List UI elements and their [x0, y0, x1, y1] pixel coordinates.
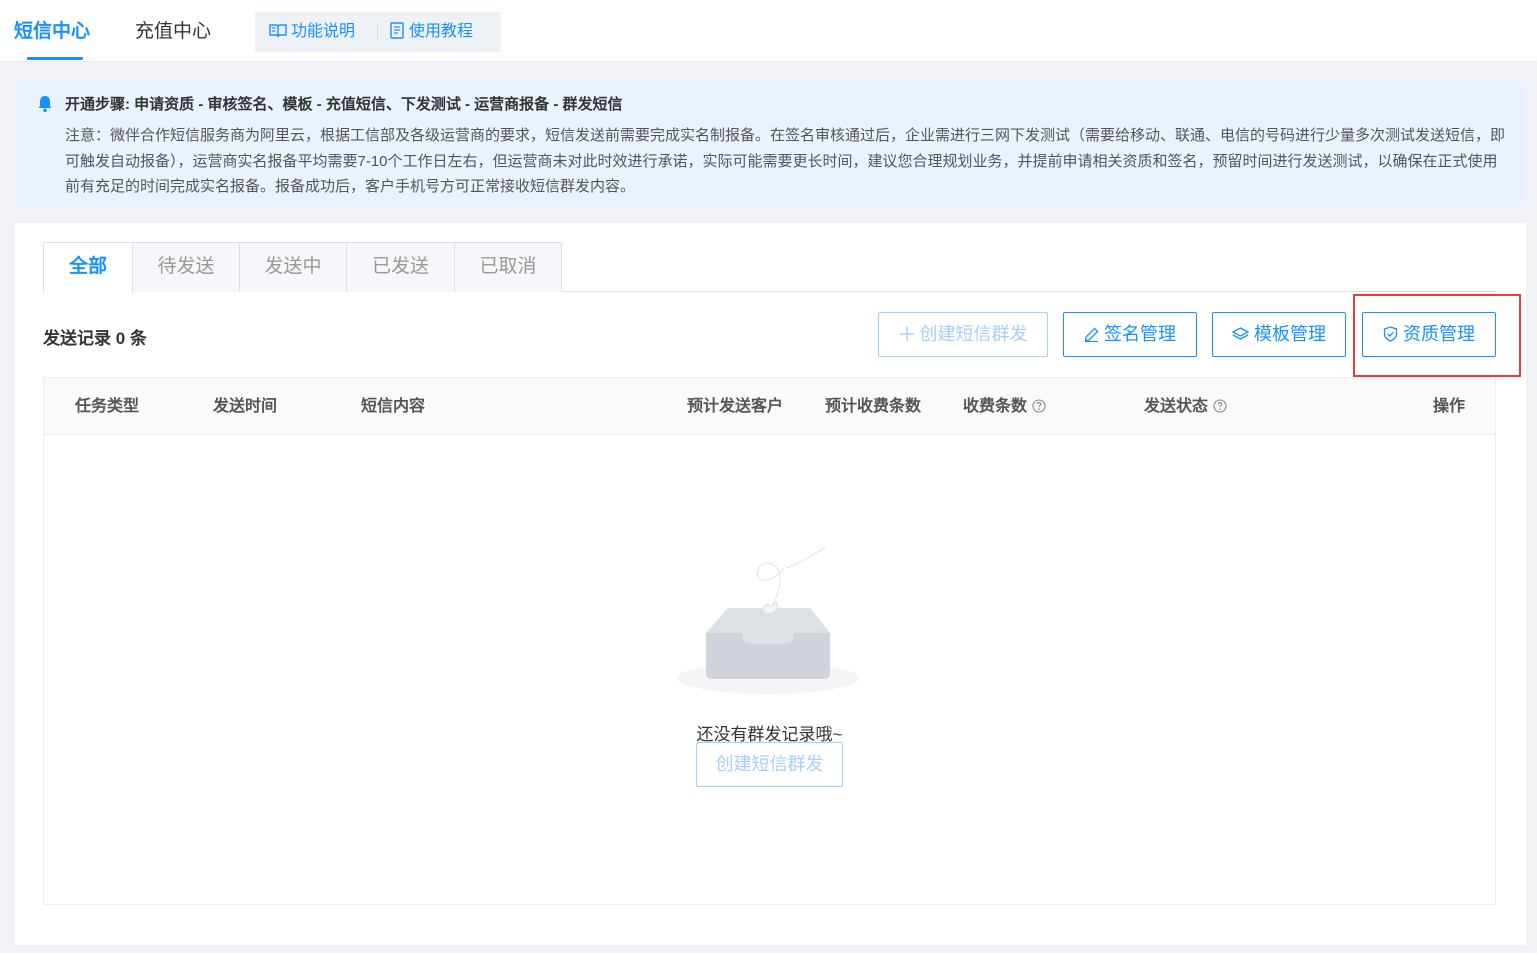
- column-send-status: 发送状态: [1144, 378, 1227, 435]
- tab-all[interactable]: 全部: [43, 242, 133, 293]
- signature-management-label: 签名管理: [1104, 324, 1176, 344]
- column-actions: 操作: [1433, 398, 1466, 415]
- column-sms-content: 短信内容: [361, 398, 426, 415]
- divider: [377, 23, 378, 41]
- help-links-group: 功能说明 使用教程: [255, 12, 501, 52]
- empty-inbox-illustration: [677, 548, 859, 694]
- notice-title: 开通步骤: 申请资质 - 审核签名、模板 - 充值短信、下发测试 - 运营商报备…: [65, 96, 623, 113]
- empty-create-bulk-sms-button[interactable]: 创建短信群发: [696, 742, 843, 787]
- edit-pen-icon: [1084, 327, 1099, 343]
- column-send-status-label: 发送状态: [1144, 398, 1209, 415]
- tab-pending[interactable]: 待发送: [132, 242, 240, 292]
- notice-description: 注意：微伴合作短信服务商为阿里云，根据工信部及各级运营商的要求，短信发送前需要完…: [65, 127, 1506, 195]
- feature-description-label: 功能说明: [291, 23, 356, 40]
- tab-sent[interactable]: 已发送: [346, 242, 455, 292]
- column-send-time: 发送时间: [213, 398, 278, 415]
- column-task-type: 任务类型: [75, 398, 140, 415]
- template-management-label: 模板管理: [1254, 324, 1326, 344]
- template-management-button[interactable]: 模板管理: [1212, 312, 1346, 357]
- document-icon: [390, 22, 404, 39]
- tab-sending[interactable]: 发送中: [239, 242, 347, 292]
- create-bulk-sms-button[interactable]: 创建短信群发: [878, 312, 1048, 357]
- tab-cancelled[interactable]: 已取消: [454, 242, 562, 292]
- column-expected-customers: 预计发送客户: [687, 398, 784, 415]
- tab-sms-center[interactable]: 短信中心: [14, 18, 90, 46]
- send-records-table: 任务类型 发送时间 短信内容 预计发送客户 预计收费条数 收费条数 发送状态 操…: [43, 377, 1496, 905]
- table-header: 任务类型 发送时间 短信内容 预计发送客户 预计收费条数 收费条数 发送状态 操…: [44, 378, 1495, 435]
- tab-recharge-center[interactable]: 充值中心: [135, 18, 211, 46]
- help-circle-icon[interactable]: [1213, 399, 1227, 413]
- column-expected-charge-count: 预计收费条数: [825, 398, 922, 415]
- top-navigation: 短信中心 充值中心 功能说明 使用教程: [0, 0, 1537, 62]
- layers-icon: [1231, 327, 1250, 340]
- sms-records-panel: 全部 待发送 发送中 已发送 已取消 发送记录 0 条 创建短信群发 签名管理 …: [15, 223, 1526, 945]
- column-charge-count: 收费条数: [963, 378, 1046, 435]
- active-tab-indicator: [27, 57, 83, 60]
- setup-notice: 开通步骤: 申请资质 - 审核签名、模板 - 充值短信、下发测试 - 运营商报备…: [15, 82, 1526, 206]
- signature-management-button[interactable]: 签名管理: [1063, 312, 1197, 357]
- tutorial-label: 使用教程: [409, 23, 474, 40]
- help-circle-icon[interactable]: [1032, 399, 1046, 413]
- column-charge-count-label: 收费条数: [963, 398, 1028, 415]
- bell-icon: [38, 96, 52, 113]
- record-count: 发送记录 0 条: [43, 329, 147, 348]
- create-bulk-sms-label: 创建短信群发: [919, 324, 1028, 344]
- highlight-annotation: [1353, 294, 1521, 377]
- status-tabs: 全部 待发送 发送中 已发送 已取消: [43, 242, 1496, 293]
- feature-description-link[interactable]: 功能说明: [269, 12, 355, 52]
- plus-icon: [899, 327, 914, 341]
- book-icon: [269, 24, 287, 38]
- tutorial-link[interactable]: 使用教程: [389, 12, 473, 52]
